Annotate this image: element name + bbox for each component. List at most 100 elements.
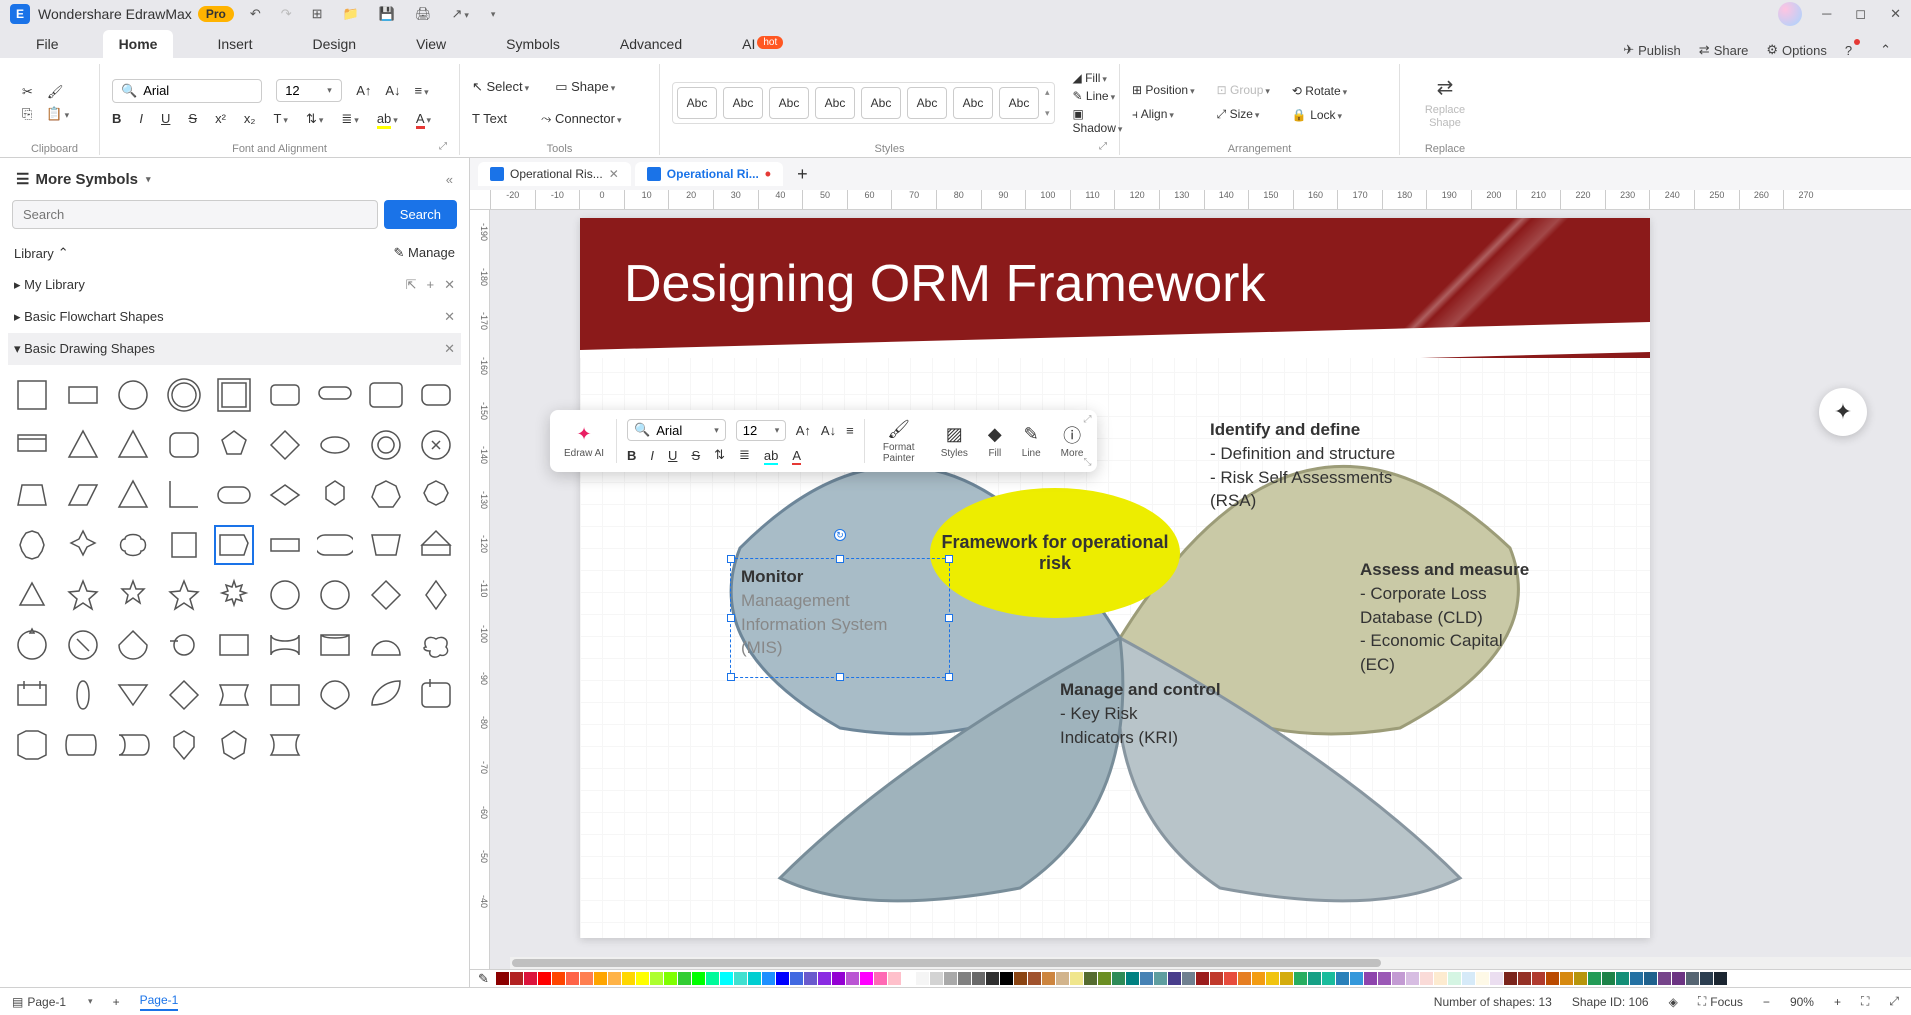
shape-thumbnail[interactable] [214, 525, 254, 565]
symbol-search-input[interactable] [12, 200, 378, 229]
shape-thumbnail[interactable] [164, 475, 204, 515]
symbol-search-button[interactable]: Search [384, 200, 457, 229]
color-swatch[interactable] [818, 972, 831, 985]
page-dropdown[interactable]: ▾ [88, 996, 93, 1007]
float-expand-icon[interactable]: ⤡ [1083, 457, 1091, 468]
style-preset-5[interactable]: Abc [861, 87, 901, 119]
styles-dialog-launcher[interactable]: ⤢ [1099, 141, 1107, 152]
basic-flowchart-category[interactable]: ▸ Basic Flowchart Shapes [14, 309, 164, 325]
basic-drawing-category[interactable]: ▾ Basic Drawing Shapes [14, 341, 155, 357]
color-swatch[interactable] [1350, 972, 1363, 985]
float-bold[interactable]: B [627, 448, 636, 463]
options-button[interactable]: ⚙ Options [1766, 42, 1826, 58]
color-swatch[interactable] [776, 972, 789, 985]
shape-thumbnail[interactable] [113, 575, 153, 615]
fit-page-icon[interactable]: ⛶ [1861, 994, 1869, 1009]
library-section[interactable]: Library ⌃ [14, 245, 69, 261]
color-swatch[interactable] [1378, 972, 1391, 985]
color-swatch[interactable] [1588, 972, 1601, 985]
color-swatch[interactable] [762, 972, 775, 985]
shadow-button[interactable]: ▣ Shadow▾ [1073, 107, 1123, 135]
share-button[interactable]: ⇄ Share [1699, 42, 1749, 58]
case-button[interactable]: T▾ [273, 111, 287, 126]
page-tab[interactable]: Page-1 [140, 993, 179, 1011]
flowchart-close-icon[interactable]: ✕ [444, 309, 455, 325]
color-swatch[interactable] [1294, 972, 1307, 985]
float-increase-font[interactable]: A↑ [796, 423, 811, 438]
color-swatch[interactable] [650, 972, 663, 985]
my-library-category[interactable]: ▸ My Library [14, 277, 85, 293]
color-swatch[interactable] [1112, 972, 1125, 985]
shape-thumbnail[interactable] [164, 525, 204, 565]
selection-box[interactable]: ↻ Monitor Manaagement Information System… [730, 558, 950, 678]
color-swatch[interactable] [622, 972, 635, 985]
shape-thumbnail[interactable] [12, 675, 52, 715]
color-swatch[interactable] [1616, 972, 1629, 985]
color-swatch[interactable] [1644, 972, 1657, 985]
style-preset-8[interactable]: Abc [999, 87, 1039, 119]
color-swatch[interactable] [1126, 972, 1139, 985]
shape-thumbnail[interactable] [113, 425, 153, 465]
font-size-combo[interactable]: ▾ [276, 79, 342, 102]
bold-button[interactable]: B [112, 111, 121, 126]
doc-tab-2[interactable]: Operational Ri... • [635, 162, 783, 186]
shape-thumbnail[interactable] [12, 475, 52, 515]
lock-button[interactable]: 🔒 Lock▾ [1292, 108, 1347, 122]
color-swatch[interactable] [706, 972, 719, 985]
save-button[interactable]: 💾 [379, 6, 395, 22]
superscript-button[interactable]: x² [215, 111, 226, 126]
color-swatch[interactable] [1490, 972, 1503, 985]
mylib-add-icon[interactable]: + [427, 277, 435, 293]
shape-thumbnail[interactable] [63, 375, 103, 415]
color-swatch[interactable] [1070, 972, 1083, 985]
color-swatch[interactable] [930, 972, 943, 985]
doc-tab-1[interactable]: Operational Ris... ✕ [478, 162, 631, 186]
shape-thumbnail[interactable] [113, 625, 153, 665]
color-swatch[interactable] [1476, 972, 1489, 985]
shape-thumbnail[interactable] [214, 375, 254, 415]
float-line[interactable]: ✎Line [1014, 422, 1049, 461]
export-button[interactable]: ↗▾ [451, 6, 468, 22]
font-name-combo[interactable]: 🔍 [112, 79, 262, 103]
color-swatch[interactable] [748, 972, 761, 985]
tab-home[interactable]: Home [103, 30, 174, 58]
color-swatch[interactable] [1154, 972, 1167, 985]
collapse-ribbon-button[interactable]: ⌃ [1880, 42, 1891, 58]
drawing-close-icon[interactable]: ✕ [444, 341, 455, 357]
fullscreen-icon[interactable]: ⤢ [1889, 994, 1899, 1009]
shape-thumbnail[interactable] [416, 625, 456, 665]
undo-button[interactable]: ↶ [250, 6, 261, 22]
shape-thumbnail[interactable] [366, 375, 406, 415]
shape-thumbnail[interactable] [315, 675, 355, 715]
color-swatch[interactable] [902, 972, 915, 985]
color-swatch[interactable] [1336, 972, 1349, 985]
shape-thumbnail[interactable] [164, 675, 204, 715]
color-swatch[interactable] [692, 972, 705, 985]
shape-thumbnail[interactable] [63, 725, 103, 765]
tab-insert[interactable]: Insert [201, 30, 268, 58]
focus-button[interactable]: ⛶ Focus [1698, 994, 1743, 1009]
shape-thumbnail[interactable] [315, 475, 355, 515]
shape-thumbnail[interactable] [416, 375, 456, 415]
color-swatch[interactable] [1364, 972, 1377, 985]
shape-thumbnail[interactable] [416, 675, 456, 715]
color-swatch[interactable] [1504, 972, 1517, 985]
color-swatch[interactable] [1686, 972, 1699, 985]
color-swatch[interactable] [1602, 972, 1615, 985]
shape-thumbnail[interactable] [265, 375, 305, 415]
new-button[interactable]: ⊞ [312, 6, 323, 22]
float-font-size[interactable]: ▾ [736, 420, 786, 441]
spacing-button[interactable]: ⇅▾ [306, 111, 323, 127]
shape-thumbnail[interactable] [265, 725, 305, 765]
collapse-panel-button[interactable]: « [446, 172, 453, 187]
shape-thumbnail[interactable] [113, 725, 153, 765]
color-swatch[interactable] [972, 972, 985, 985]
color-swatch[interactable] [1140, 972, 1153, 985]
shape-thumbnail[interactable] [265, 475, 305, 515]
shape-thumbnail[interactable] [63, 675, 103, 715]
print-button[interactable]: 🖨 [415, 6, 432, 22]
style-scroll-up[interactable]: ▴ [1045, 87, 1050, 98]
shape-thumbnail[interactable] [113, 475, 153, 515]
float-italic[interactable]: I [650, 448, 654, 463]
shape-thumbnail[interactable] [265, 525, 305, 565]
